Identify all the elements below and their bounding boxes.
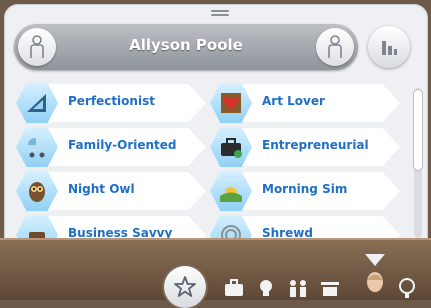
trait-label: Night Owl <box>68 182 135 196</box>
trait-label: Art Lover <box>262 94 325 108</box>
sim-name: Allyson Poole <box>129 36 243 54</box>
trait-item[interactable]: Business Savvy <box>16 214 206 240</box>
star-icon <box>174 276 196 297</box>
next-sim-button[interactable] <box>316 28 354 66</box>
trait-item[interactable]: Entrepreneurial <box>210 126 400 168</box>
trait-item[interactable]: Morning Sim <box>210 170 400 212</box>
relationships-tab[interactable] <box>286 276 310 300</box>
aspiration-icon <box>399 278 415 298</box>
trait-label: Morning Sim <box>262 182 348 196</box>
stats-button[interactable] <box>368 26 410 68</box>
sim-name-bar: Allyson Poole <box>14 24 358 70</box>
traits-scrollbar[interactable] <box>414 88 422 238</box>
favorite-star-button[interactable] <box>164 266 206 308</box>
bottom-tab-bar <box>0 238 431 308</box>
bar-chart-icon <box>382 41 397 55</box>
traits-list: Perfectionist Art Lover Family-Oriented … <box>4 80 428 240</box>
drag-handle[interactable] <box>211 10 229 18</box>
active-tab-indicator <box>365 254 385 266</box>
trait-item[interactable]: Perfectionist <box>16 82 206 124</box>
lightbulb-icon <box>260 280 272 296</box>
trait-item[interactable]: Shrewd <box>210 214 400 240</box>
people-icon <box>290 280 306 297</box>
sim-silhouette-icon <box>328 35 342 58</box>
career-tab[interactable] <box>222 276 246 300</box>
trait-label: Family-Oriented <box>68 138 177 152</box>
box-icon <box>321 282 339 296</box>
skills-tab[interactable] <box>254 276 278 300</box>
simology-tab[interactable] <box>363 272 387 296</box>
trait-item[interactable]: Family-Oriented <box>16 126 206 168</box>
head-icon <box>367 272 383 292</box>
scrollbar-thumb[interactable] <box>414 90 422 170</box>
aspiration-tab[interactable] <box>395 276 419 300</box>
trait-label: Entrepreneurial <box>262 138 369 152</box>
trait-item[interactable]: Art Lover <box>210 82 400 124</box>
sim-silhouette-icon <box>30 35 44 58</box>
inventory-tab[interactable] <box>318 276 342 300</box>
previous-sim-button[interactable] <box>18 28 56 66</box>
trait-item[interactable]: Night Owl <box>16 170 206 212</box>
trait-label: Perfectionist <box>68 94 155 108</box>
briefcase-icon <box>225 279 243 296</box>
